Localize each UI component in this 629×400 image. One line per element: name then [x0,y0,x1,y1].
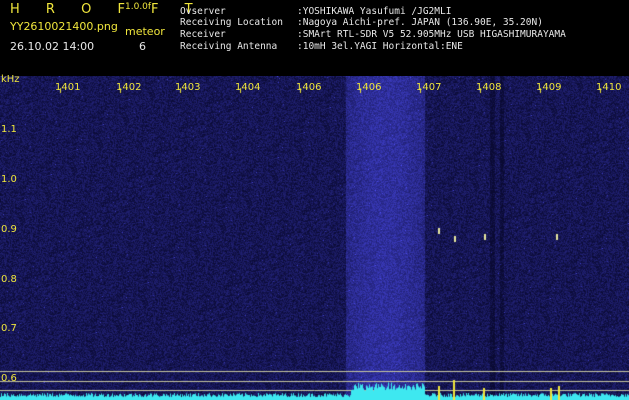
antenna-label: Receiving Antenna [180,41,278,52]
location-label: Receiving Location [180,17,283,28]
meteor-label: meteor [125,25,165,38]
antenna-value: :10mH 3el.YAGI Horizontal:ENE [297,41,463,52]
y-tick-label: 0.8 [1,274,17,285]
observer-value: :YOSHIKAWA Yasufumi /JG2MLI [297,6,452,17]
filename-label: YY2610021400.png [10,20,118,33]
x-tick-label: 1407 [416,82,442,93]
waterfall-spectrogram [0,76,629,400]
x-tick-label: 1401 [55,82,81,93]
y-tick-label: 1.0 [1,174,17,185]
y-tick-label: 1.1 [1,124,17,135]
y-tick-label: 0.7 [1,323,17,334]
x-tick-label: 1402 [116,82,142,93]
observer-label: Ovserver [180,6,226,17]
y-tick-label: 0.6 [1,373,17,384]
receiver-label: Receiver [180,29,226,40]
unit-label: kHz [1,74,20,85]
meteor-count: 6 [139,40,146,53]
header-panel: H R O F F T 1.0.0f YY2610021400.png mete… [0,0,629,76]
receiver-value: :SMArt RTL-SDR V5 52.905MHz USB HIGASHIM… [297,29,566,40]
x-tick-label: 1404 [235,82,261,93]
location-value: :Nagoya Aichi-pref. JAPAN (136.90E, 35.2… [297,17,543,28]
y-tick-label: 0.9 [1,224,17,235]
x-tick-label: 1409 [536,82,562,93]
x-tick-label: 1408 [476,82,502,93]
x-tick-label: 1403 [175,82,201,93]
datetime-label: 26.10.02 14:00 [10,40,95,53]
x-tick-label: 1410 [596,82,622,93]
x-tick-label: 1406 [296,82,322,93]
version-label: 1.0.0f [125,2,152,12]
x-tick-label: 1406 [356,82,382,93]
app-logo: H R O F F T [10,2,204,17]
